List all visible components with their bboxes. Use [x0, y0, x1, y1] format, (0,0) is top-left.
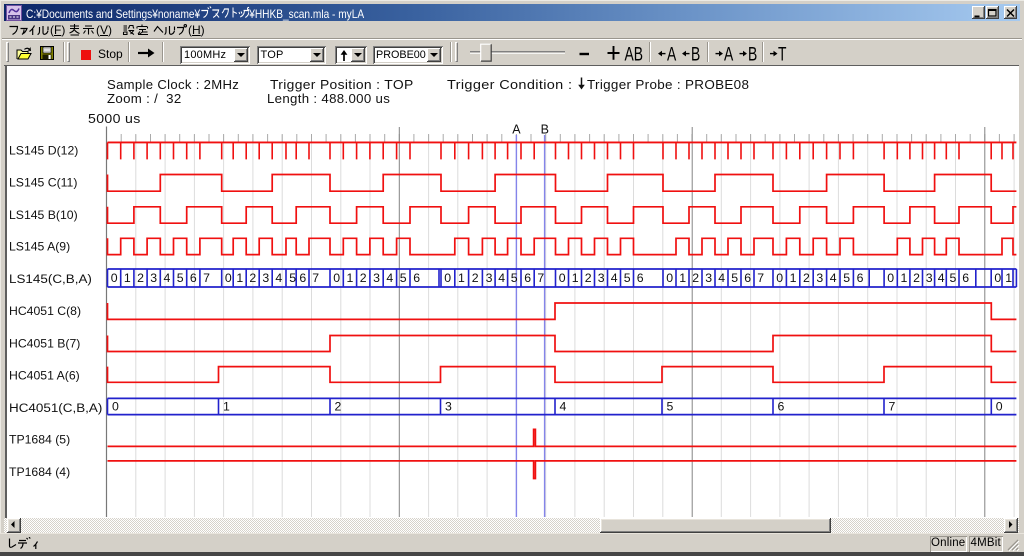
svg-text:2: 2 — [249, 271, 256, 285]
svg-text:TP1684 (4): TP1684 (4) — [9, 465, 70, 479]
svg-text:4: 4 — [611, 271, 618, 285]
svg-text:LS145 B(10): LS145 B(10) — [9, 208, 78, 222]
svg-text:0: 0 — [559, 271, 566, 285]
svg-text:TP1684 (5): TP1684 (5) — [9, 433, 70, 447]
svg-text:0: 0 — [111, 271, 118, 285]
svg-text:1: 1 — [223, 400, 230, 414]
svg-text:1: 1 — [572, 271, 579, 285]
svg-text:2: 2 — [472, 271, 479, 285]
svg-text:4: 4 — [830, 271, 837, 285]
svg-text:2: 2 — [803, 271, 810, 285]
svg-text:HC4051 B(7): HC4051 B(7) — [9, 337, 80, 351]
svg-text:0: 0 — [666, 271, 673, 285]
svg-text:6: 6 — [524, 271, 531, 285]
svg-text:1: 1 — [790, 271, 797, 285]
svg-text:5: 5 — [950, 271, 957, 285]
svg-text:5: 5 — [843, 271, 850, 285]
svg-text:1: 1 — [236, 271, 243, 285]
svg-text:1: 1 — [1005, 271, 1012, 285]
svg-text:5: 5 — [289, 271, 296, 285]
svg-text:LS145 C(11): LS145 C(11) — [9, 176, 77, 190]
svg-text:6: 6 — [744, 271, 751, 285]
svg-text:1: 1 — [458, 271, 465, 285]
svg-text:1: 1 — [901, 271, 908, 285]
svg-text:4: 4 — [938, 271, 945, 285]
svg-text:6: 6 — [962, 271, 969, 285]
svg-text:3: 3 — [445, 400, 452, 414]
svg-text:2: 2 — [360, 271, 367, 285]
svg-text:2: 2 — [585, 271, 592, 285]
svg-text:HC4051 C(8): HC4051 C(8) — [9, 304, 81, 318]
svg-text:4: 4 — [275, 271, 282, 285]
svg-text:5: 5 — [177, 271, 184, 285]
svg-text:3: 3 — [816, 271, 823, 285]
svg-text:4: 4 — [560, 400, 567, 414]
svg-text:HC4051(C,B,A): HC4051(C,B,A) — [9, 400, 102, 414]
svg-text:0: 0 — [887, 271, 894, 285]
svg-text:LS145 D(12): LS145 D(12) — [9, 144, 78, 158]
svg-text:3: 3 — [598, 271, 605, 285]
svg-text:HC4051 A(6): HC4051 A(6) — [9, 368, 80, 382]
svg-text:4: 4 — [718, 271, 725, 285]
svg-text:0: 0 — [333, 271, 340, 285]
svg-text:2: 2 — [335, 400, 342, 414]
svg-text:0: 0 — [112, 400, 119, 414]
svg-text:A: A — [512, 123, 521, 137]
svg-text:B: B — [541, 123, 549, 137]
svg-text:1: 1 — [347, 271, 354, 285]
svg-text:0: 0 — [994, 271, 1001, 285]
svg-text:0: 0 — [996, 400, 1003, 414]
svg-text:0: 0 — [444, 271, 451, 285]
svg-text:2: 2 — [692, 271, 699, 285]
svg-text:6: 6 — [637, 271, 644, 285]
svg-text:6: 6 — [299, 271, 306, 285]
svg-text:3: 3 — [705, 271, 712, 285]
svg-text:4: 4 — [498, 271, 505, 285]
svg-text:1: 1 — [679, 271, 686, 285]
svg-text:6: 6 — [778, 400, 785, 414]
svg-text:7: 7 — [203, 271, 210, 285]
svg-text:7: 7 — [889, 400, 896, 414]
svg-text:0: 0 — [225, 271, 232, 285]
svg-text:3: 3 — [150, 271, 157, 285]
svg-text:0: 0 — [776, 271, 783, 285]
svg-text:7: 7 — [537, 271, 544, 285]
svg-text:3: 3 — [926, 271, 933, 285]
svg-text:5: 5 — [511, 271, 518, 285]
svg-text:LS145 A(9): LS145 A(9) — [9, 240, 70, 254]
svg-text:3: 3 — [486, 271, 493, 285]
svg-text:7: 7 — [757, 271, 764, 285]
svg-text:6: 6 — [857, 271, 864, 285]
svg-text:5: 5 — [731, 271, 738, 285]
svg-text:5: 5 — [667, 400, 674, 414]
svg-text:1: 1 — [124, 271, 131, 285]
svg-text:2: 2 — [913, 271, 920, 285]
svg-text:3: 3 — [262, 271, 269, 285]
svg-text:6: 6 — [190, 271, 197, 285]
svg-text:5: 5 — [400, 271, 407, 285]
svg-text:7: 7 — [312, 271, 319, 285]
svg-text:3: 3 — [373, 271, 380, 285]
svg-text:LS145(C,B,A): LS145(C,B,A) — [9, 272, 92, 286]
svg-text:4: 4 — [164, 271, 171, 285]
svg-text:5: 5 — [624, 271, 631, 285]
svg-text:2: 2 — [137, 271, 144, 285]
svg-text:4: 4 — [386, 271, 393, 285]
svg-text:6: 6 — [413, 271, 420, 285]
